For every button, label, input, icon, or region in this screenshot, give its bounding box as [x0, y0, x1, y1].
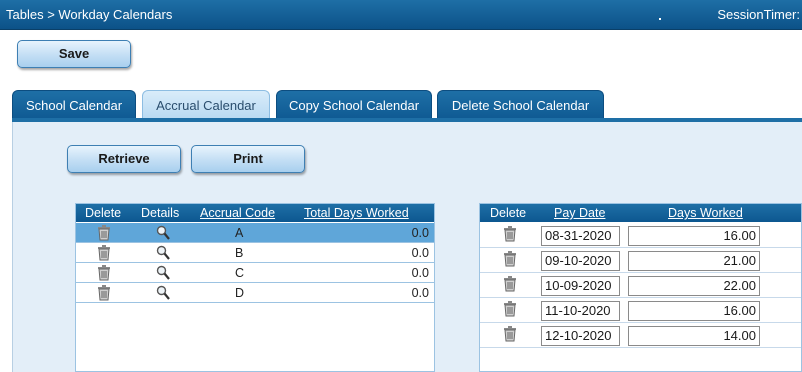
- table-row[interactable]: C 0.0: [76, 263, 434, 283]
- table-row: 08-31-2020 16.00: [480, 223, 801, 248]
- trash-icon[interactable]: [503, 251, 517, 267]
- trash-icon[interactable]: [97, 225, 111, 241]
- magnifier-icon[interactable]: [156, 285, 170, 301]
- trash-icon[interactable]: [503, 276, 517, 292]
- trash-icon[interactable]: [503, 326, 517, 342]
- title-bar: Tables > Workday Calendars SessionTimer:: [0, 0, 802, 30]
- print-button[interactable]: Print: [191, 145, 305, 173]
- col-days-worked[interactable]: Days Worked: [668, 206, 743, 220]
- total-days-worked: 0.0: [411, 226, 429, 240]
- table-header: Delete Pay Date Days Worked: [480, 204, 801, 222]
- col-details: Details: [141, 206, 180, 220]
- accrual-code: D: [235, 286, 245, 300]
- tab-delete-school-calendar[interactable]: Delete School Calendar: [437, 90, 604, 119]
- table-row: 09-10-2020 21.00: [480, 248, 801, 273]
- magnifier-icon[interactable]: [156, 265, 170, 281]
- col-delete: Delete: [490, 206, 527, 220]
- days-worked-field[interactable]: 22.00: [628, 276, 760, 296]
- trash-icon[interactable]: [503, 301, 517, 317]
- trash-icon[interactable]: [97, 245, 111, 261]
- save-button[interactable]: Save: [17, 40, 131, 68]
- breadcrumb: Tables > Workday Calendars: [6, 7, 173, 22]
- pay-date-table: Delete Pay Date Days Worked 08-31-2020 1…: [479, 203, 802, 372]
- table-row: 12-10-2020 14.00: [480, 323, 801, 348]
- table-header: Delete Details Accrual Code Total Days W…: [76, 204, 434, 222]
- pay-date-field[interactable]: 10-09-2020: [541, 276, 620, 296]
- pay-date-field[interactable]: 08-31-2020: [541, 226, 620, 246]
- col-total-days-worked[interactable]: Total Days Worked: [304, 206, 409, 220]
- accrual-code: B: [235, 246, 244, 260]
- table-row[interactable]: A 0.0: [76, 223, 434, 243]
- tab-school-calendar[interactable]: School Calendar: [12, 90, 136, 119]
- col-pay-date[interactable]: Pay Date: [554, 206, 605, 220]
- table-row: 11-10-2020 16.00: [480, 298, 801, 323]
- days-worked-field[interactable]: 14.00: [628, 326, 760, 346]
- pay-date-field[interactable]: 09-10-2020: [541, 251, 620, 271]
- accrual-code-table: Delete Details Accrual Code Total Days W…: [75, 203, 435, 372]
- days-worked-field[interactable]: 21.00: [628, 251, 760, 271]
- days-worked-field[interactable]: 16.00: [628, 301, 760, 321]
- trash-icon[interactable]: [97, 265, 111, 281]
- tab-copy-school-calendar[interactable]: Copy School Calendar: [276, 90, 432, 119]
- magnifier-icon[interactable]: [156, 245, 170, 261]
- total-days-worked: 0.0: [411, 266, 429, 280]
- col-delete: Delete: [85, 206, 122, 220]
- session-timer: SessionTimer:: [717, 7, 800, 22]
- pay-date-field[interactable]: 11-10-2020: [541, 301, 620, 321]
- trash-icon[interactable]: [503, 226, 517, 242]
- total-days-worked: 0.0: [411, 286, 429, 300]
- tab-accrual-calendar[interactable]: Accrual Calendar: [142, 90, 270, 119]
- table-row[interactable]: B 0.0: [76, 243, 434, 263]
- pay-date-field[interactable]: 12-10-2020: [541, 326, 620, 346]
- accrual-code: C: [235, 266, 245, 280]
- magnifier-icon[interactable]: [156, 225, 170, 241]
- table-row[interactable]: D 0.0: [76, 283, 434, 303]
- col-accrual-code[interactable]: Accrual Code: [200, 206, 275, 220]
- days-worked-field[interactable]: 16.00: [628, 226, 760, 246]
- indicator-dot: [659, 18, 661, 20]
- trash-icon[interactable]: [97, 285, 111, 301]
- total-days-worked: 0.0: [411, 246, 429, 260]
- retrieve-button[interactable]: Retrieve: [67, 145, 181, 173]
- table-row: 10-09-2020 22.00: [480, 273, 801, 298]
- accrual-code: A: [235, 226, 244, 240]
